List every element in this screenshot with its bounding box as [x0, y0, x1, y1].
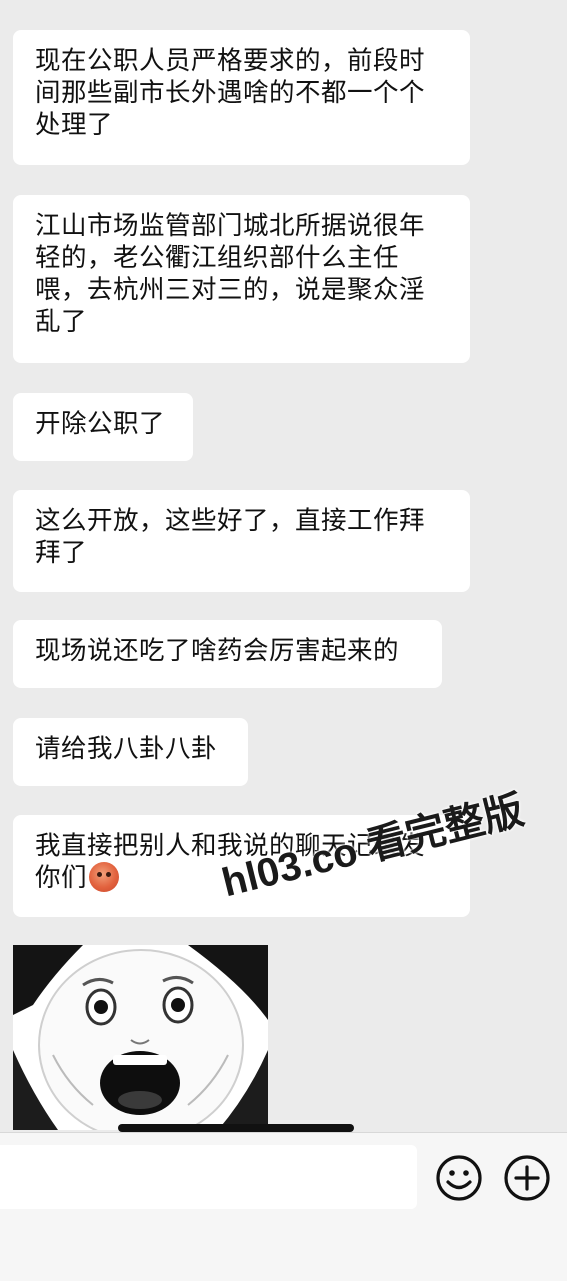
message-line: 轻的，老公衢江组织部什么主任 — [35, 243, 400, 273]
message-line: 这么开放，这些好了，直接工作拜 — [35, 506, 426, 536]
message-line: 开除公职了 — [35, 409, 166, 439]
message-line: 乱了 — [35, 307, 88, 337]
message-line: 现在公职人员严格要求的，前段时 — [35, 46, 426, 76]
message-bubble[interactable]: 现在公职人员严格要求的，前段时 间那些副市长外遇啥的不都一个个 处理了 — [13, 30, 470, 165]
message-bubble[interactable]: 这么开放，这些好了，直接工作拜 拜了 — [13, 490, 470, 592]
message-line: 请给我八卦八卦 — [35, 734, 218, 764]
emoji-button[interactable] — [434, 1153, 484, 1203]
message-bubble[interactable]: 江山市场监管部门城北所据说很年 轻的，老公衢江组织部什么主任 喂，去杭州三对三的… — [13, 195, 470, 363]
message-line: 拜了 — [35, 538, 88, 568]
message-bubble[interactable]: 开除公职了 — [13, 393, 193, 461]
panda-face-meme-icon — [13, 945, 268, 1130]
input-bar — [0, 1132, 567, 1281]
message-line: 间那些副市长外遇啥的不都一个个 — [35, 78, 426, 108]
message-line: 江山市场监管部门城北所据说很年 — [35, 211, 426, 241]
more-button[interactable] — [502, 1153, 552, 1203]
message-line: 现场说还吃了啥药会厉害起来的 — [35, 636, 400, 666]
blushing-face-emoji-icon — [89, 862, 120, 892]
message-line: 处理了 — [35, 110, 114, 140]
plus-circle-icon — [504, 1155, 550, 1201]
home-indicator — [118, 1124, 354, 1132]
message-bubble[interactable]: 请给我八卦八卦 — [13, 718, 248, 786]
sticker-image[interactable] — [13, 945, 268, 1130]
smiley-icon — [436, 1155, 482, 1201]
message-bubble[interactable]: 现场说还吃了啥药会厉害起来的 — [13, 620, 442, 688]
message-input[interactable] — [0, 1145, 417, 1209]
message-line: 喂，去杭州三对三的，说是聚众淫 — [35, 275, 426, 305]
